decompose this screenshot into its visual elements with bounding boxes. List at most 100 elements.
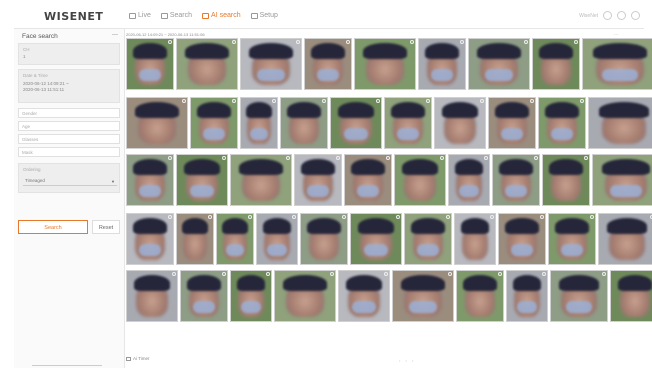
face-thumbnail[interactable] <box>350 213 402 265</box>
face-thumbnail[interactable] <box>176 38 238 90</box>
select-checkbox-icon[interactable] <box>426 99 430 103</box>
select-checkbox-icon[interactable] <box>542 272 546 276</box>
mask-field[interactable]: Mask <box>18 147 120 157</box>
select-checkbox-icon[interactable] <box>346 40 350 44</box>
select-checkbox-icon[interactable] <box>580 99 584 103</box>
select-checkbox-icon[interactable] <box>480 99 484 103</box>
face-thumbnail[interactable] <box>304 38 352 90</box>
logout-icon[interactable] <box>631 11 640 20</box>
face-thumbnail[interactable] <box>592 154 652 206</box>
face-thumbnail[interactable] <box>240 97 278 149</box>
select-checkbox-icon[interactable] <box>524 40 528 44</box>
face-thumbnail[interactable] <box>230 154 292 206</box>
face-thumbnail[interactable] <box>492 154 540 206</box>
pagination[interactable]: • • • <box>399 358 415 363</box>
select-checkbox-icon[interactable] <box>272 99 276 103</box>
select-checkbox-icon[interactable] <box>540 215 544 219</box>
select-checkbox-icon[interactable] <box>410 40 414 44</box>
face-thumbnail[interactable] <box>488 97 536 149</box>
face-thumbnail[interactable] <box>434 97 486 149</box>
face-thumbnail[interactable] <box>338 270 390 322</box>
select-checkbox-icon[interactable] <box>266 272 270 276</box>
face-thumbnail[interactable] <box>610 270 652 322</box>
face-thumbnail[interactable] <box>256 213 298 265</box>
select-checkbox-icon[interactable] <box>336 156 340 160</box>
face-thumbnail[interactable] <box>468 38 530 90</box>
select-checkbox-icon[interactable] <box>222 272 226 276</box>
face-thumbnail[interactable] <box>126 213 174 265</box>
face-thumbnail[interactable] <box>126 38 174 90</box>
face-thumbnail[interactable] <box>274 270 336 322</box>
export-button[interactable]: Ai Timer <box>126 356 150 361</box>
face-thumbnail[interactable] <box>506 270 548 322</box>
face-thumbnail[interactable] <box>230 270 272 322</box>
face-thumbnail[interactable] <box>392 270 454 322</box>
glasses-field[interactable]: Glasses <box>18 134 120 144</box>
face-thumbnail[interactable] <box>354 38 416 90</box>
face-thumbnail[interactable] <box>454 213 496 265</box>
select-checkbox-icon[interactable] <box>386 156 390 160</box>
face-thumbnail[interactable] <box>418 38 466 90</box>
select-checkbox-icon[interactable] <box>168 215 172 219</box>
select-checkbox-icon[interactable] <box>342 215 346 219</box>
face-thumbnail[interactable] <box>498 213 546 265</box>
face-thumbnail[interactable] <box>126 97 188 149</box>
select-checkbox-icon[interactable] <box>292 215 296 219</box>
face-thumbnail[interactable] <box>294 154 342 206</box>
select-checkbox-icon[interactable] <box>168 40 172 44</box>
ordering-select[interactable]: Timeaged ▼ <box>23 177 117 186</box>
face-thumbnail[interactable] <box>550 270 608 322</box>
face-thumbnail[interactable] <box>176 213 214 265</box>
face-thumbnail[interactable] <box>532 38 580 90</box>
face-thumbnail[interactable] <box>448 154 490 206</box>
collapse-icon[interactable]: — <box>112 32 118 38</box>
select-checkbox-icon[interactable] <box>172 272 176 276</box>
face-thumbnail[interactable] <box>240 38 302 90</box>
select-checkbox-icon[interactable] <box>446 215 450 219</box>
select-checkbox-icon[interactable] <box>232 40 236 44</box>
face-thumbnail[interactable] <box>176 154 228 206</box>
face-thumbnail[interactable] <box>126 270 178 322</box>
reset-button[interactable]: Reset <box>92 220 120 234</box>
nav-ai-search[interactable]: AI search <box>202 12 241 19</box>
select-checkbox-icon[interactable] <box>396 215 400 219</box>
select-checkbox-icon[interactable] <box>498 272 502 276</box>
select-checkbox-icon[interactable] <box>484 156 488 160</box>
select-checkbox-icon[interactable] <box>590 215 594 219</box>
face-thumbnail[interactable] <box>542 154 590 206</box>
select-checkbox-icon[interactable] <box>440 156 444 160</box>
face-thumbnail[interactable] <box>548 213 596 265</box>
select-checkbox-icon[interactable] <box>232 99 236 103</box>
select-checkbox-icon[interactable] <box>182 99 186 103</box>
channel-group[interactable]: CH 1 <box>18 43 120 65</box>
select-checkbox-icon[interactable] <box>460 40 464 44</box>
select-checkbox-icon[interactable] <box>530 99 534 103</box>
select-checkbox-icon[interactable] <box>602 272 606 276</box>
search-button[interactable]: Search <box>18 220 88 234</box>
face-thumbnail[interactable] <box>180 270 228 322</box>
face-thumbnail[interactable] <box>216 213 254 265</box>
select-checkbox-icon[interactable] <box>322 99 326 103</box>
select-checkbox-icon[interactable] <box>330 272 334 276</box>
more-options-icon[interactable]: ... <box>614 31 618 37</box>
gender-field[interactable]: Gender <box>18 108 120 118</box>
select-checkbox-icon[interactable] <box>534 156 538 160</box>
nav-live[interactable]: Live <box>129 12 151 19</box>
select-checkbox-icon[interactable] <box>490 215 494 219</box>
select-checkbox-icon[interactable] <box>222 156 226 160</box>
nav-search[interactable]: Search <box>160 12 192 19</box>
face-thumbnail[interactable] <box>280 97 328 149</box>
face-thumbnail[interactable] <box>394 154 446 206</box>
face-thumbnail[interactable] <box>456 270 504 322</box>
face-thumbnail[interactable] <box>300 213 348 265</box>
select-checkbox-icon[interactable] <box>296 40 300 44</box>
select-checkbox-icon[interactable] <box>574 40 578 44</box>
select-checkbox-icon[interactable] <box>376 99 380 103</box>
age-field[interactable]: Age <box>18 121 120 131</box>
select-checkbox-icon[interactable] <box>584 156 588 160</box>
face-thumbnail[interactable] <box>538 97 586 149</box>
nav-setup[interactable]: Setup <box>250 12 278 19</box>
face-thumbnail[interactable] <box>404 213 452 265</box>
select-checkbox-icon[interactable] <box>248 215 252 219</box>
select-checkbox-icon[interactable] <box>168 156 172 160</box>
